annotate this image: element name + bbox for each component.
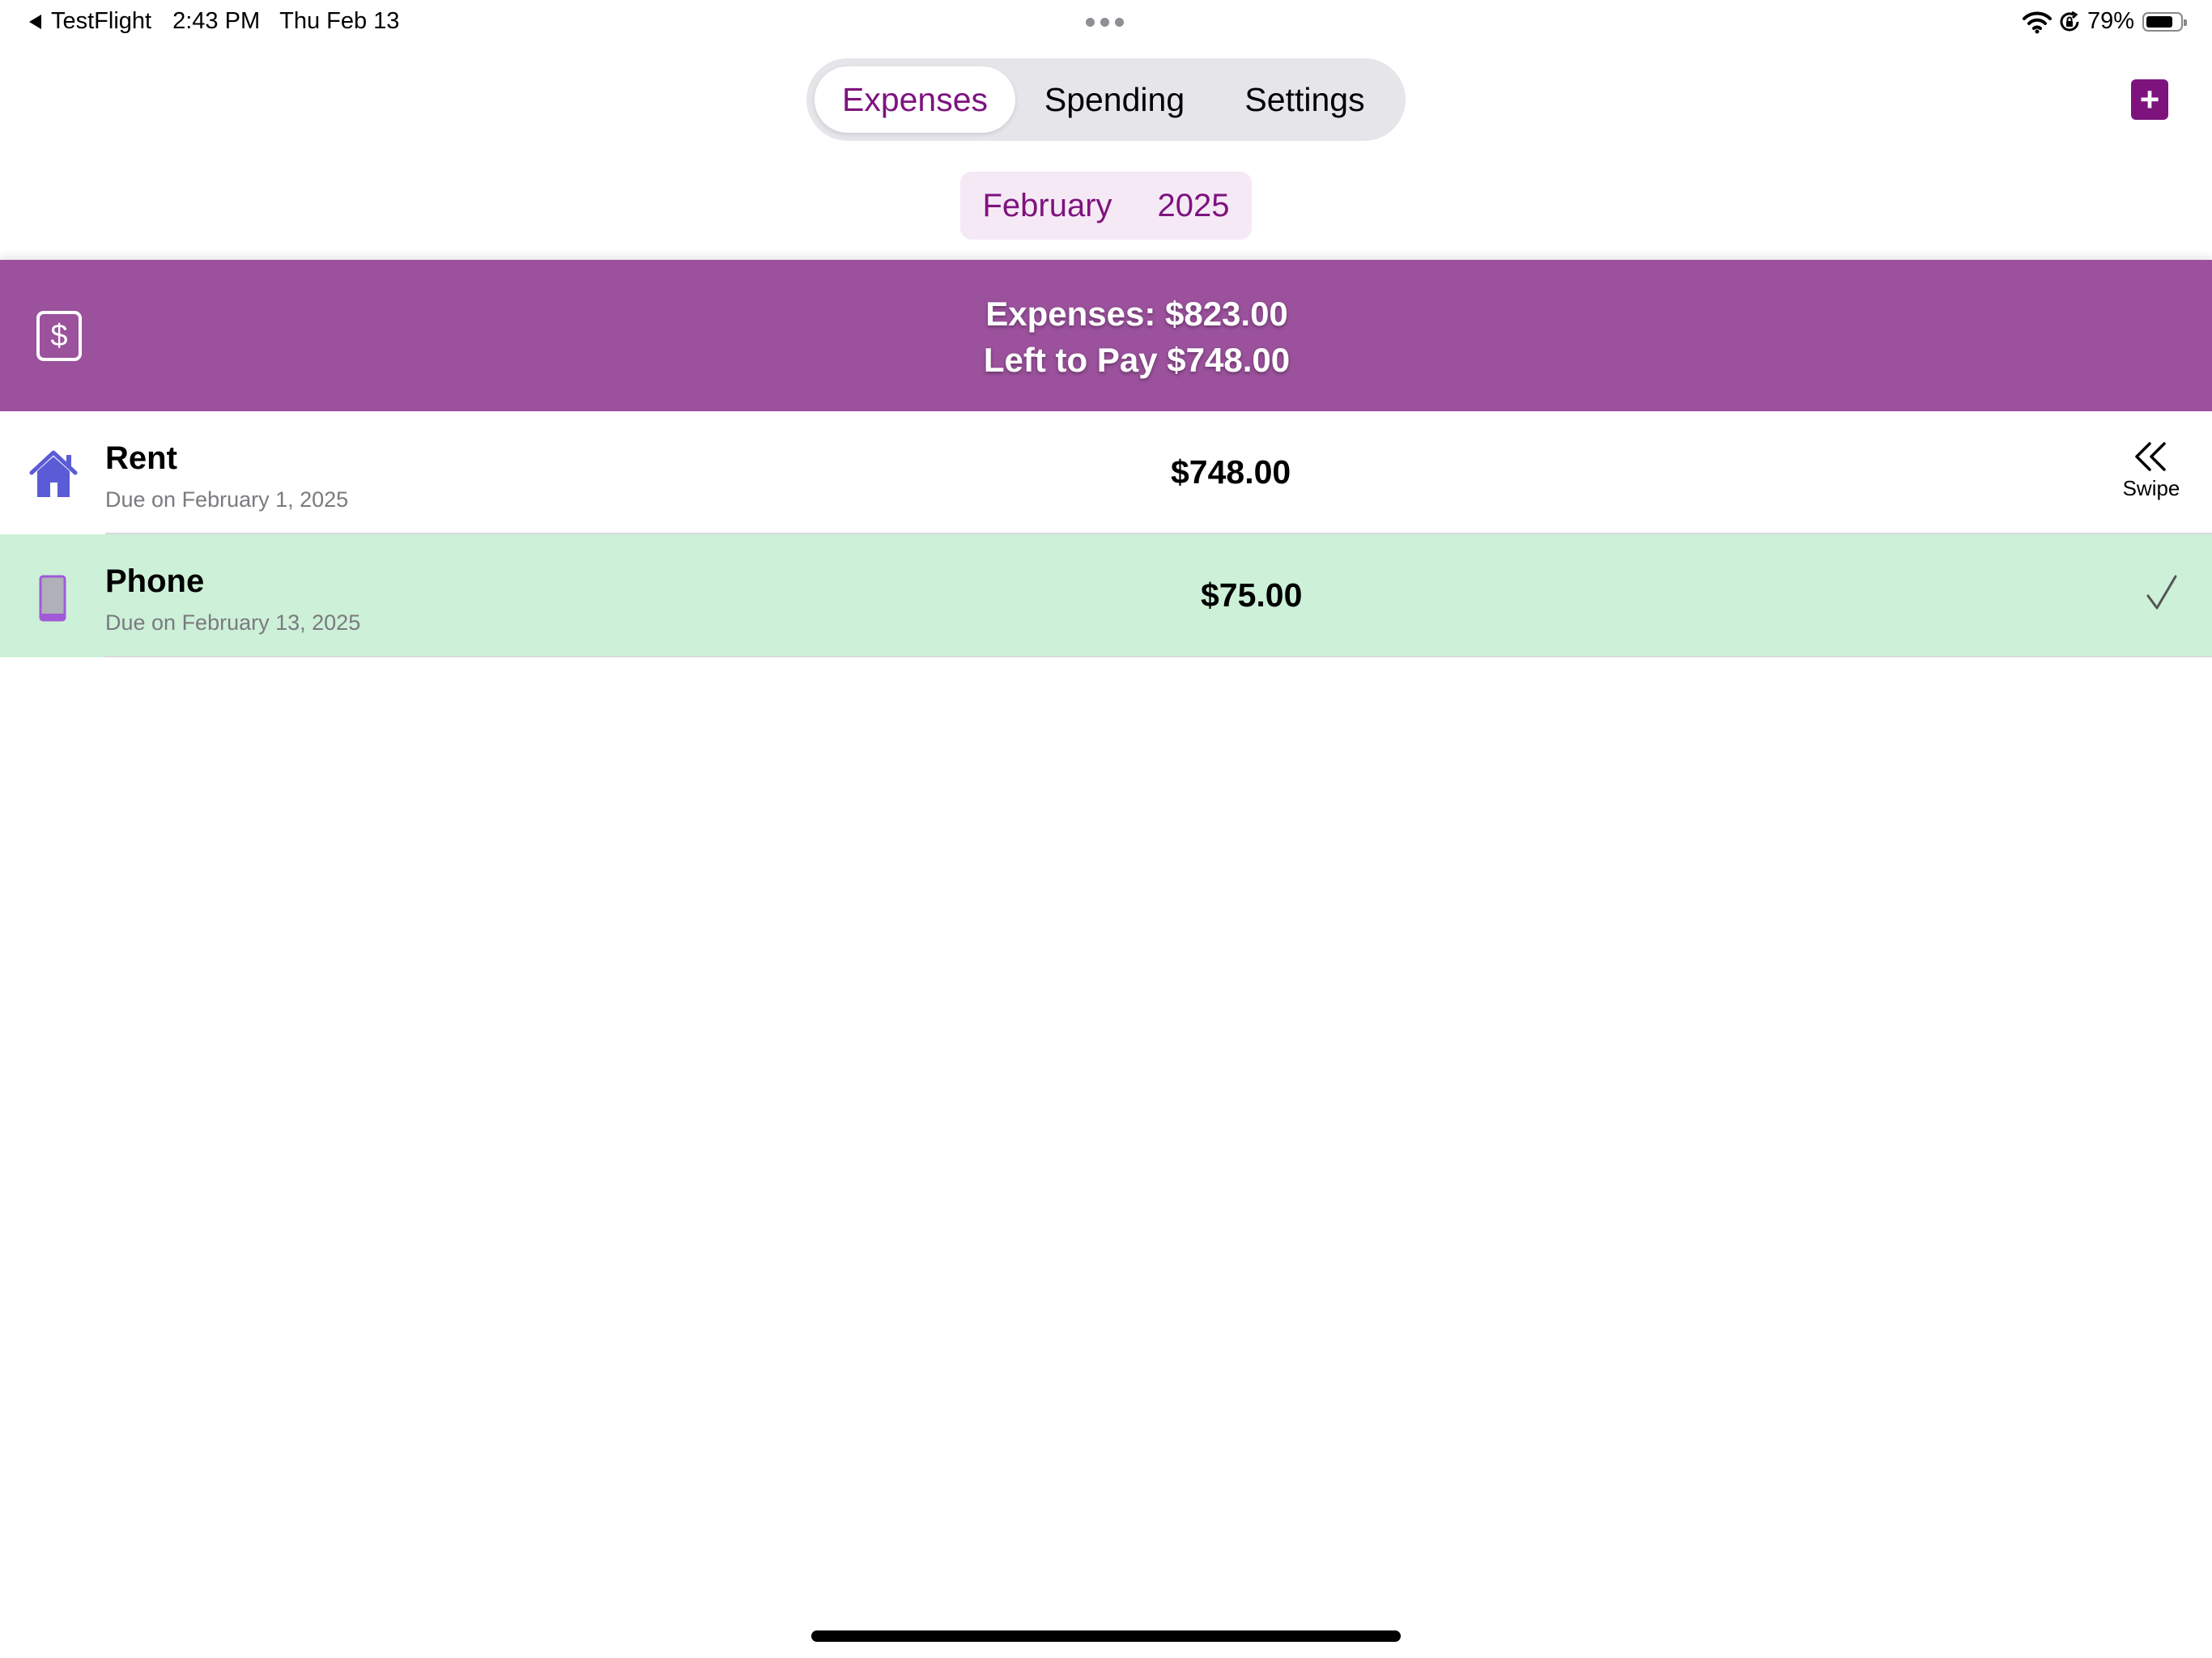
month-label[interactable]: February [982,188,1112,224]
battery-nub [2184,19,2187,26]
back-app-label: TestFlight [51,8,152,34]
swipe-label: Swipe [2122,476,2180,500]
swipe-hint[interactable]: Swipe [2116,440,2186,501]
status-left: TestFlight 2:43 PM Thu Feb 13 [29,8,399,35]
left-to-pay: Left to Pay $748.00 [983,341,1291,379]
phone-icon [39,575,66,622]
dot [1100,18,1109,27]
battery-icon [2142,11,2187,32]
status-right: 79% [2022,8,2187,35]
expense-amount: $748.00 [1171,453,1291,491]
multitasking-dots[interactable] [1086,18,1124,27]
expense-due-date: Due on February 13, 2025 [105,610,361,635]
summary-text: Expenses: $823.00 Left to Pay $748.00 [0,291,2212,383]
tab-expenses[interactable]: Expenses [815,66,1015,133]
house-icon [29,450,78,497]
double-chevron-left-icon [2135,442,2166,471]
tab-segmented-control: Expenses Spending Settings [806,58,1406,141]
rotation-lock-icon [2060,11,2079,31]
expense-amount: $75.00 [1201,576,1303,614]
checkmark-icon [2146,575,2177,610]
back-arrow-icon [29,14,41,29]
status-time: 2:43 PM [172,8,261,34]
year-label[interactable]: 2025 [1158,188,1230,224]
tab-spending[interactable]: Spending [1015,66,1214,133]
dot [1086,18,1095,27]
add-expense-button[interactable]: + [2131,79,2168,120]
battery-percent: 79% [2087,8,2134,34]
expenses-total: Expenses: $823.00 [985,295,1288,333]
expense-row-rent[interactable]: Rent Due on February 1, 2025 $748.00 Swi… [0,411,2212,534]
status-bar: TestFlight 2:43 PM Thu Feb 13 79% [0,0,2212,49]
expense-due-date: Due on February 1, 2025 [105,487,349,512]
row-divider [105,656,2212,657]
summary-banner: $ Expenses: $823.00 Left to Pay $748.00 [0,260,2212,411]
month-year-picker[interactable]: February 2025 [960,172,1252,240]
battery-fill [2146,15,2172,28]
home-indicator[interactable] [811,1630,1401,1642]
status-date: Thu Feb 13 [279,8,400,34]
expenses-screen: TestFlight 2:43 PM Thu Feb 13 79% Expens… [0,0,2212,1658]
tab-settings[interactable]: Settings [1214,66,1396,133]
wifi-icon [2022,11,2052,33]
expense-row-phone[interactable]: Phone Due on February 13, 2025 $75.00 [0,534,2212,657]
expense-title: Phone [105,563,205,599]
plus-icon: + [2139,80,2160,118]
dot [1115,18,1124,27]
back-to-app-button[interactable]: TestFlight [29,8,151,35]
expense-title: Rent [105,440,177,476]
